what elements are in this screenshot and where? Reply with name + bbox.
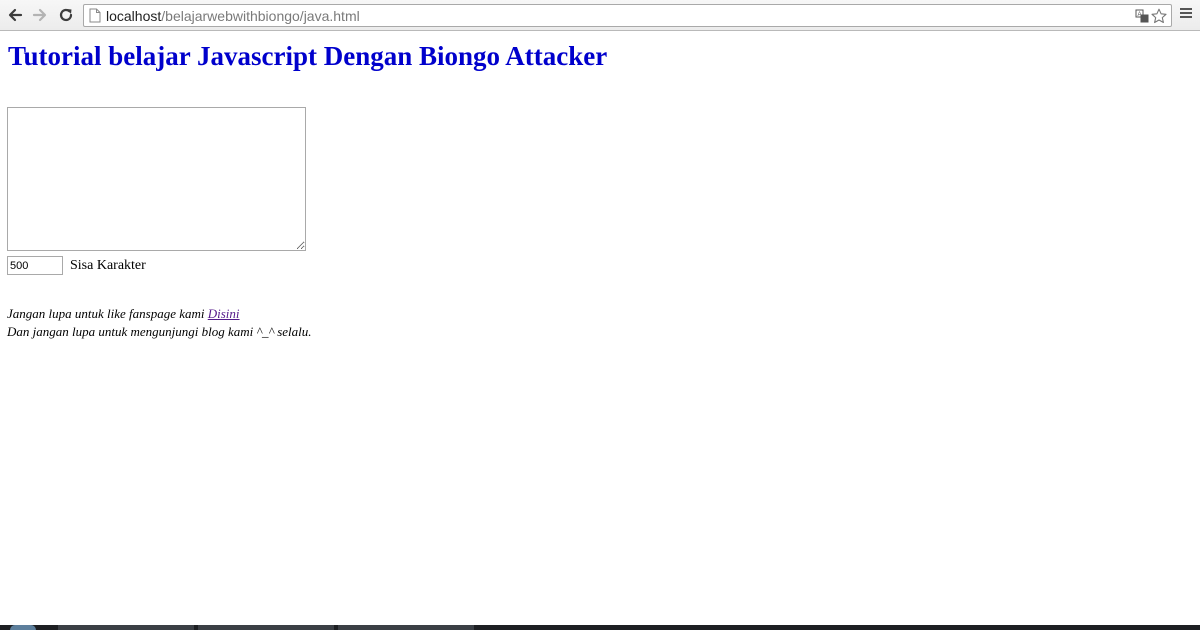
fanspage-note-text: Jangan lupa untuk like fanspage kami: [7, 306, 208, 321]
back-arrow-icon: [8, 8, 23, 22]
hamburger-menu-icon[interactable]: [1178, 6, 1194, 24]
url-host: localhost: [106, 8, 162, 24]
blog-note-text: Dan jangan lupa untuk mengunjungi blog k…: [7, 324, 312, 339]
forward-arrow-icon: [32, 8, 47, 22]
back-button[interactable]: [5, 5, 25, 25]
fanspage-link[interactable]: Disini: [208, 306, 240, 321]
footer-notes: Jangan lupa untuk like fanspage kami Dis…: [7, 305, 312, 341]
start-orb-icon[interactable]: [10, 625, 36, 630]
reload-button[interactable]: [56, 5, 76, 25]
url-text[interactable]: localhost/belajarwebwithbiongo/java.html: [106, 8, 360, 24]
browser-toolbar: localhost/belajarwebwithbiongo/java.html…: [0, 0, 1200, 31]
translate-icon[interactable]: A: [1133, 7, 1151, 25]
remaining-characters-label: Sisa Karakter: [70, 258, 146, 273]
taskbar: [0, 625, 1200, 630]
taskbar-button[interactable]: [338, 625, 474, 630]
page-title: Tutorial belajar Javascript Dengan Biong…: [8, 41, 608, 71]
url-path: /belajarwebwithbiongo/java.html: [161, 8, 360, 24]
taskbar-button[interactable]: [198, 625, 334, 630]
reload-icon: [59, 8, 73, 22]
message-textarea[interactable]: [7, 107, 306, 251]
taskbar-button[interactable]: [58, 625, 194, 630]
star-icon[interactable]: [1150, 7, 1168, 25]
forward-button[interactable]: [30, 5, 50, 25]
character-counter-row: Sisa Karakter: [7, 256, 146, 275]
svg-text:A: A: [1138, 12, 1142, 18]
page-content: Tutorial belajar Javascript Dengan Biong…: [0, 31, 1200, 625]
address-bar[interactable]: localhost/belajarwebwithbiongo/java.html…: [83, 4, 1172, 27]
remaining-characters-input[interactable]: [7, 256, 63, 275]
page-document-icon: [89, 8, 101, 28]
